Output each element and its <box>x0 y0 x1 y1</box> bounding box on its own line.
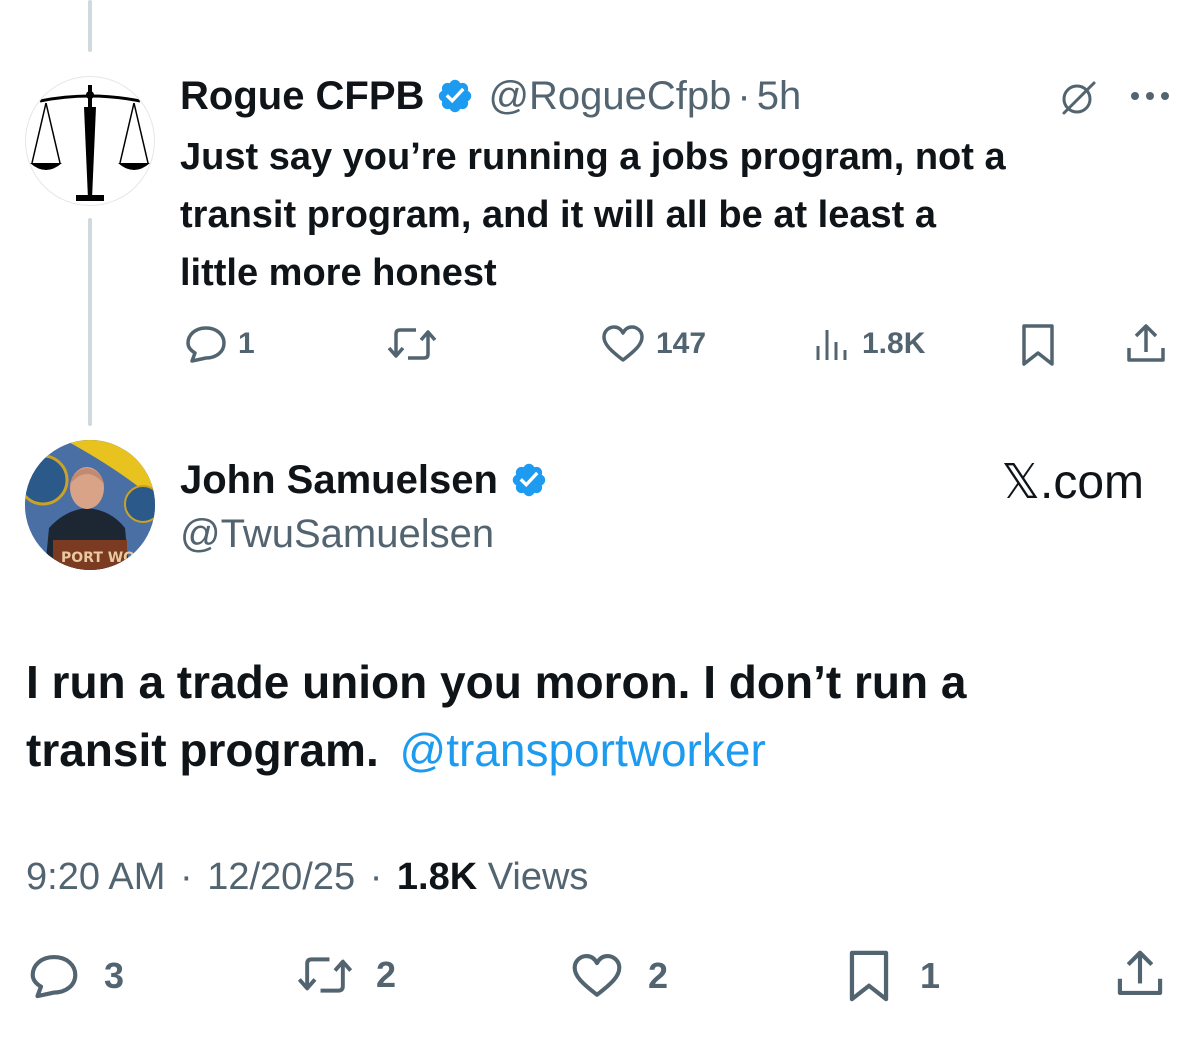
grok-icon[interactable] <box>1058 78 1098 118</box>
views-icon <box>816 330 847 360</box>
main-text-line: transit program. @transportworker <box>26 716 1176 784</box>
parent-text-line: little more honest <box>180 252 497 294</box>
scales-of-justice-logo <box>30 85 150 201</box>
main-display-name[interactable]: John Samuelsen <box>180 458 498 503</box>
bookmark-icon <box>1022 324 1054 366</box>
main-bookmark-count: 1 <box>920 955 941 996</box>
main-like-button[interactable]: 2 <box>570 952 668 1000</box>
parent-reply-count: 1 <box>238 327 255 360</box>
tweet-time[interactable]: 9:20 AM <box>26 856 165 898</box>
parent-tweet-header: Rogue CFPB @RogueCfpb · 5h <box>180 72 801 120</box>
avatar-john-samuelsen[interactable]: PORT WO <box>25 440 155 570</box>
tweet-meta: 9:20 AM · 12/20/25 · 1.8K Views <box>26 856 588 899</box>
parent-view-count: 1.8K <box>862 327 926 360</box>
share-icon <box>1127 324 1165 362</box>
mention-link[interactable]: @transportworker <box>400 724 766 776</box>
main-share-button[interactable] <box>1114 948 1166 1000</box>
parent-bookmark-button[interactable] <box>1020 322 1056 368</box>
more-icon[interactable] <box>1128 88 1172 104</box>
parent-reply-button[interactable]: 1 <box>184 324 255 364</box>
thread-line-middle <box>88 218 92 426</box>
meta-separator: · <box>369 856 383 898</box>
parent-retweet-button[interactable] <box>386 324 438 364</box>
parent-views-button[interactable]: 1.8K <box>812 324 925 364</box>
retweet-icon <box>297 957 353 993</box>
svg-text:PORT WO: PORT WO <box>61 550 135 566</box>
parent-separator: · <box>737 73 751 118</box>
bookmark-icon <box>849 950 889 1002</box>
share-icon <box>1117 950 1163 995</box>
meta-separator: · <box>179 856 193 898</box>
parent-time[interactable]: 5h <box>757 74 802 119</box>
parent-handle[interactable]: @RogueCfpb <box>488 74 731 119</box>
main-tweet-header: John Samuelsen <box>180 456 548 504</box>
reply-icon <box>186 326 226 363</box>
parent-text-line: transit program, and it will all be at l… <box>180 194 936 236</box>
avatar-photo: PORT WO <box>25 440 155 570</box>
thread-line-top <box>88 0 92 52</box>
main-retweet-button[interactable]: 2 <box>296 952 396 998</box>
main-reply-count: 3 <box>104 955 125 996</box>
parent-text-line: Just say you’re running a jobs program, … <box>180 136 1006 178</box>
main-text-line: I run a trade union you moron. I don’t r… <box>26 656 967 708</box>
main-retweet-count: 2 <box>376 954 397 995</box>
parent-like-count: 147 <box>656 327 707 360</box>
main-like-count: 2 <box>648 955 669 996</box>
tweet-date[interactable]: 12/20/25 <box>207 856 355 898</box>
reply-icon <box>30 955 78 999</box>
verified-badge-icon <box>510 461 548 499</box>
verified-badge-icon <box>436 77 474 115</box>
x-com-brand: 𝕏.com <box>1001 456 1144 509</box>
views-label: Views <box>487 856 589 898</box>
avatar-rogue-cfpb[interactable] <box>25 76 155 206</box>
parent-tweet-text: Just say you’re running a jobs program, … <box>180 128 1180 302</box>
main-reply-button[interactable]: 3 <box>28 952 124 1000</box>
like-icon <box>572 953 622 997</box>
parent-share-button[interactable] <box>1124 322 1168 366</box>
parent-display-name[interactable]: Rogue CFPB <box>180 74 424 119</box>
like-icon <box>602 325 644 362</box>
main-text-line-2: transit program. <box>26 724 379 776</box>
main-bookmark-button[interactable]: 1 <box>846 948 940 1004</box>
retweet-icon <box>387 328 437 360</box>
views-count: 1.8K <box>396 856 478 898</box>
main-tweet-text: I run a trade union you moron. I don’t r… <box>26 648 1176 784</box>
parent-like-button[interactable]: 147 <box>600 324 706 364</box>
main-handle[interactable]: @TwuSamuelsen <box>180 512 494 557</box>
